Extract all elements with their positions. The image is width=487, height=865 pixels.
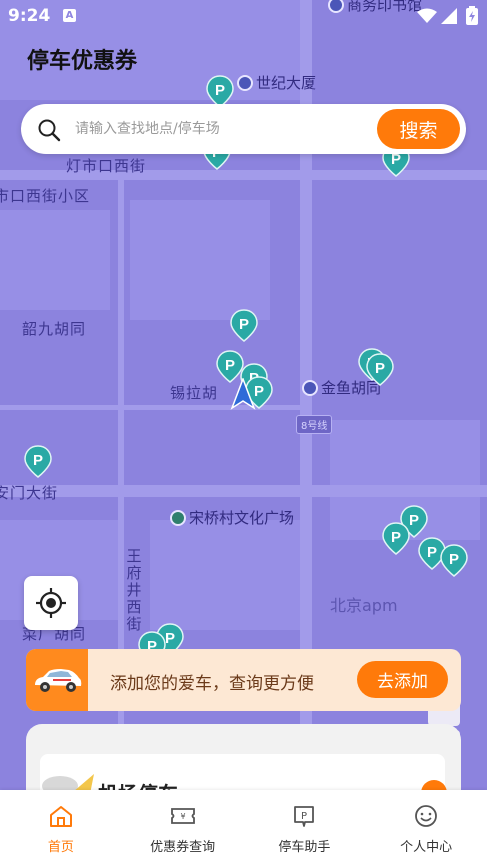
add-car-button[interactable]: 去添加 (357, 661, 448, 698)
search-icon (38, 119, 61, 142)
nav-label: 停车助手 (278, 840, 331, 855)
parking-pin[interactable] (24, 444, 52, 478)
poi-label: 世纪大厦 (237, 72, 316, 93)
parking-pin[interactable] (366, 352, 394, 386)
street-label: 市口西街小区 (0, 187, 91, 205)
poi-name: 宋桥村文化广场 (189, 509, 295, 527)
car-icon (26, 649, 88, 711)
parking-icon: P (294, 806, 315, 827)
metro-icon (302, 379, 318, 396)
street-label: 灯市口西街 (66, 157, 147, 175)
parking-pin[interactable] (206, 74, 234, 108)
poi-name: 北京apm (330, 596, 398, 615)
poi-label: 宋桥村文化广场 (170, 507, 294, 528)
search-button[interactable]: 搜索 (377, 109, 460, 149)
parking-pin[interactable] (382, 521, 410, 555)
poi-name: 世纪大厦 (256, 74, 317, 92)
add-car-banner: 添加您的爱车，查询更方便 去添加 (26, 649, 461, 711)
battery-icon (466, 6, 478, 25)
page-title: 停车优惠券 (27, 49, 138, 74)
locate-button[interactable] (24, 576, 78, 630)
nav-home[interactable]: 首页 (0, 790, 122, 865)
search-input[interactable] (75, 116, 365, 142)
bottom-nav: 首页 ¥ 优惠券查询 P 停车助手 个人中心 (0, 790, 487, 865)
metro-line-badge: 8号线 (296, 415, 333, 434)
svg-text:¥: ¥ (180, 812, 185, 821)
nav-label: 首页 (47, 840, 74, 855)
nav-parking-assistant[interactable]: P 停车助手 (244, 790, 366, 865)
parking-pin[interactable] (230, 308, 258, 342)
home-icon (49, 806, 72, 827)
notification-icon: A (63, 9, 76, 22)
current-location-icon (230, 378, 256, 410)
nav-label: 优惠券查询 (150, 840, 216, 855)
add-car-text: 添加您的爱车，查询更方便 (110, 674, 314, 694)
nav-coupon-query[interactable]: ¥ 优惠券查询 (122, 790, 244, 865)
svg-text:P: P (301, 811, 307, 822)
signal-icon (441, 8, 457, 24)
wifi-icon (417, 8, 437, 23)
coupon-icon: ¥ (170, 808, 195, 824)
crosshair-icon (36, 588, 66, 618)
poi-label: 北京apm (330, 592, 398, 616)
status-bar: 9:24 A (0, 0, 487, 32)
nav-label: 个人中心 (400, 840, 453, 855)
poi-icon (237, 74, 253, 91)
street-label: 王府井西街 (126, 547, 142, 633)
search-bar: 搜索 (21, 104, 466, 154)
nav-profile[interactable]: 个人中心 (365, 790, 487, 865)
smile-icon (415, 805, 438, 827)
street-label: 锡拉胡 (170, 384, 219, 402)
street-label: 韶九胡同 (22, 320, 87, 338)
parking-pin[interactable] (440, 543, 468, 577)
park-icon (170, 509, 186, 526)
street-label: 安门大街 (0, 484, 59, 502)
status-time: 9:24 (8, 6, 51, 26)
